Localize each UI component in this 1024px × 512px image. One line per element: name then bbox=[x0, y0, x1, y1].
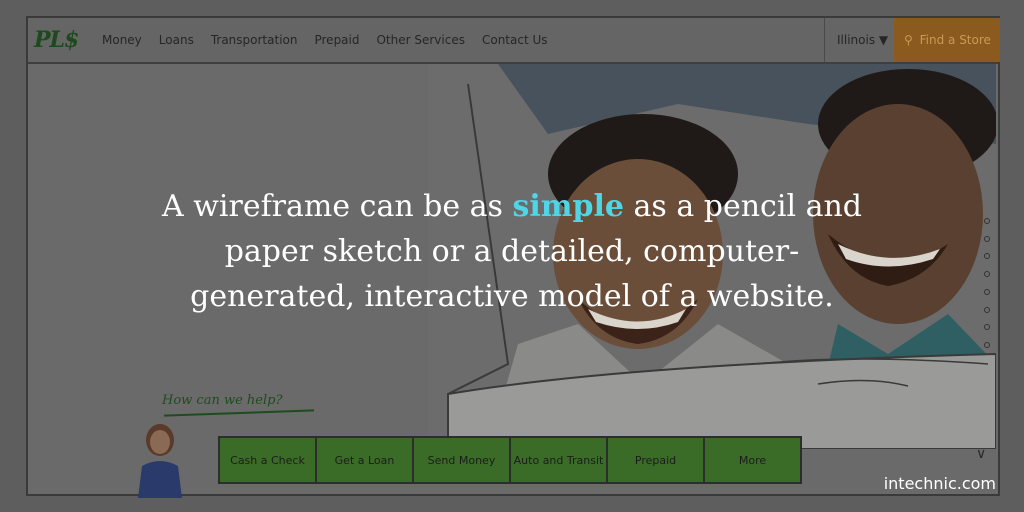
quote-text: A wireframe can be as simple as a pencil… bbox=[62, 184, 962, 319]
nav-item-prepaid: Prepaid bbox=[314, 33, 360, 47]
sketch-top-nav: PL$ Money Loans Transportation Prepaid O… bbox=[28, 18, 1000, 64]
nav-item-transportation: Transportation bbox=[210, 33, 298, 47]
action-get-a-loan: Get a Loan bbox=[317, 438, 414, 482]
quote-line-1-start: A wireframe can be as bbox=[162, 189, 513, 224]
action-more: More bbox=[738, 453, 767, 467]
state-selector: Illinois ▼ bbox=[824, 18, 894, 62]
action-auto-and-transit: Auto and Transit bbox=[511, 438, 608, 482]
quote-line-1: A wireframe can be as simple as a pencil… bbox=[62, 184, 962, 229]
help-underline bbox=[164, 409, 314, 417]
location-pin-icon: ⚲ bbox=[904, 33, 913, 47]
watermark: intechnic.com bbox=[883, 474, 996, 493]
nav-item-money: Money bbox=[102, 33, 142, 47]
nav-item-loans: Loans bbox=[158, 33, 194, 47]
quote-line-2: paper sketch or a detailed, computer- bbox=[224, 234, 800, 269]
nav-item-other-services: Other Services bbox=[376, 33, 465, 47]
carousel-dots bbox=[982, 218, 992, 348]
quote-highlight: simple bbox=[512, 189, 625, 224]
pls-logo: PL$ bbox=[34, 27, 79, 53]
chevron-down-icon: ∨ bbox=[976, 446, 987, 462]
help-prompt: How can we help? bbox=[162, 393, 283, 408]
quote-line-1-end: as a pencil and bbox=[624, 189, 862, 224]
find-store-label: Find a Store bbox=[919, 33, 991, 47]
nav-item-contact-us: Contact Us bbox=[481, 33, 548, 47]
action-cash-a-check: Cash a Check bbox=[220, 438, 317, 482]
quote-line-3: generated, interactive model of a websit… bbox=[190, 279, 834, 314]
action-send-money: Send Money bbox=[414, 438, 511, 482]
sketch-nav-menu: Money Loans Transportation Prepaid Other… bbox=[102, 33, 565, 47]
action-prepaid: Prepaid bbox=[608, 438, 705, 482]
helper-avatar bbox=[128, 418, 192, 498]
find-store-button: ⚲ Find a Store bbox=[894, 18, 1000, 62]
sketch-action-bar: Cash a Check Get a Loan Send Money Auto … bbox=[218, 436, 802, 484]
